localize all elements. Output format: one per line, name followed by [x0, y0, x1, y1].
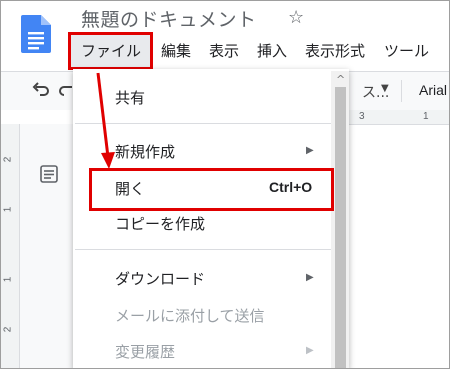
submenu-arrow-icon: ▶ [306, 345, 314, 356]
menu-file[interactable]: ファイル [81, 37, 141, 65]
submenu-arrow-icon: ▶ [306, 272, 314, 283]
scrollbar-thumb[interactable] [335, 87, 346, 368]
ruler-mark: 2 [2, 156, 14, 163]
menu-item-new[interactable]: 新規作成 [115, 141, 175, 162]
ruler-mark: 2 [2, 326, 14, 333]
vertical-ruler[interactable]: 2 1 1 2 [1, 124, 20, 368]
ruler-mark: 1 [2, 276, 14, 283]
document-page[interactable] [346, 125, 449, 368]
menu-separator [75, 123, 331, 124]
zoom-caret-down-icon[interactable]: ▼ [381, 83, 389, 94]
ruler-mark: 1 [2, 206, 14, 213]
menu-item-make-copy[interactable]: コピーを作成 [115, 213, 205, 234]
undo-icon[interactable] [31, 80, 51, 100]
menu-separator [75, 249, 331, 250]
ruler-mark: 3 [359, 111, 365, 122]
menu-item-email-attachment: メールに添付して送信 [115, 307, 265, 325]
menu-insert[interactable]: 挿入 [257, 37, 287, 65]
horizontal-ruler[interactable]: 3 1 [349, 110, 449, 125]
menu-item-version-history: 変更履歴 [115, 343, 176, 361]
scroll-up-icon[interactable]: ^ [336, 73, 345, 86]
document-title[interactable]: 無題のドキュメント [81, 5, 257, 32]
font-select[interactable]: Arial [419, 82, 447, 98]
open-item-annotation-box [89, 168, 334, 211]
submenu-arrow-icon: ▶ [306, 145, 314, 156]
ruler-mark: 1 [423, 111, 429, 122]
google-docs-logo-icon[interactable] [21, 15, 51, 53]
menu-edit[interactable]: 編集 [161, 37, 191, 65]
document-outline-icon[interactable] [39, 164, 59, 184]
menu-view[interactable]: 表示 [209, 37, 239, 65]
star-icon[interactable]: ☆ [288, 7, 304, 28]
screenshot-frame: 無題のドキュメント ☆ ファイル 編集 表示 挿入 表示形式 ツール ス... … [0, 0, 450, 369]
menu-item-share[interactable]: 共有 [115, 87, 145, 108]
menu-format[interactable]: 表示形式 [305, 37, 365, 65]
menu-item-download[interactable]: ダウンロード [115, 268, 205, 289]
toolbar-divider [401, 80, 402, 102]
menu-tools[interactable]: ツール [384, 37, 429, 65]
